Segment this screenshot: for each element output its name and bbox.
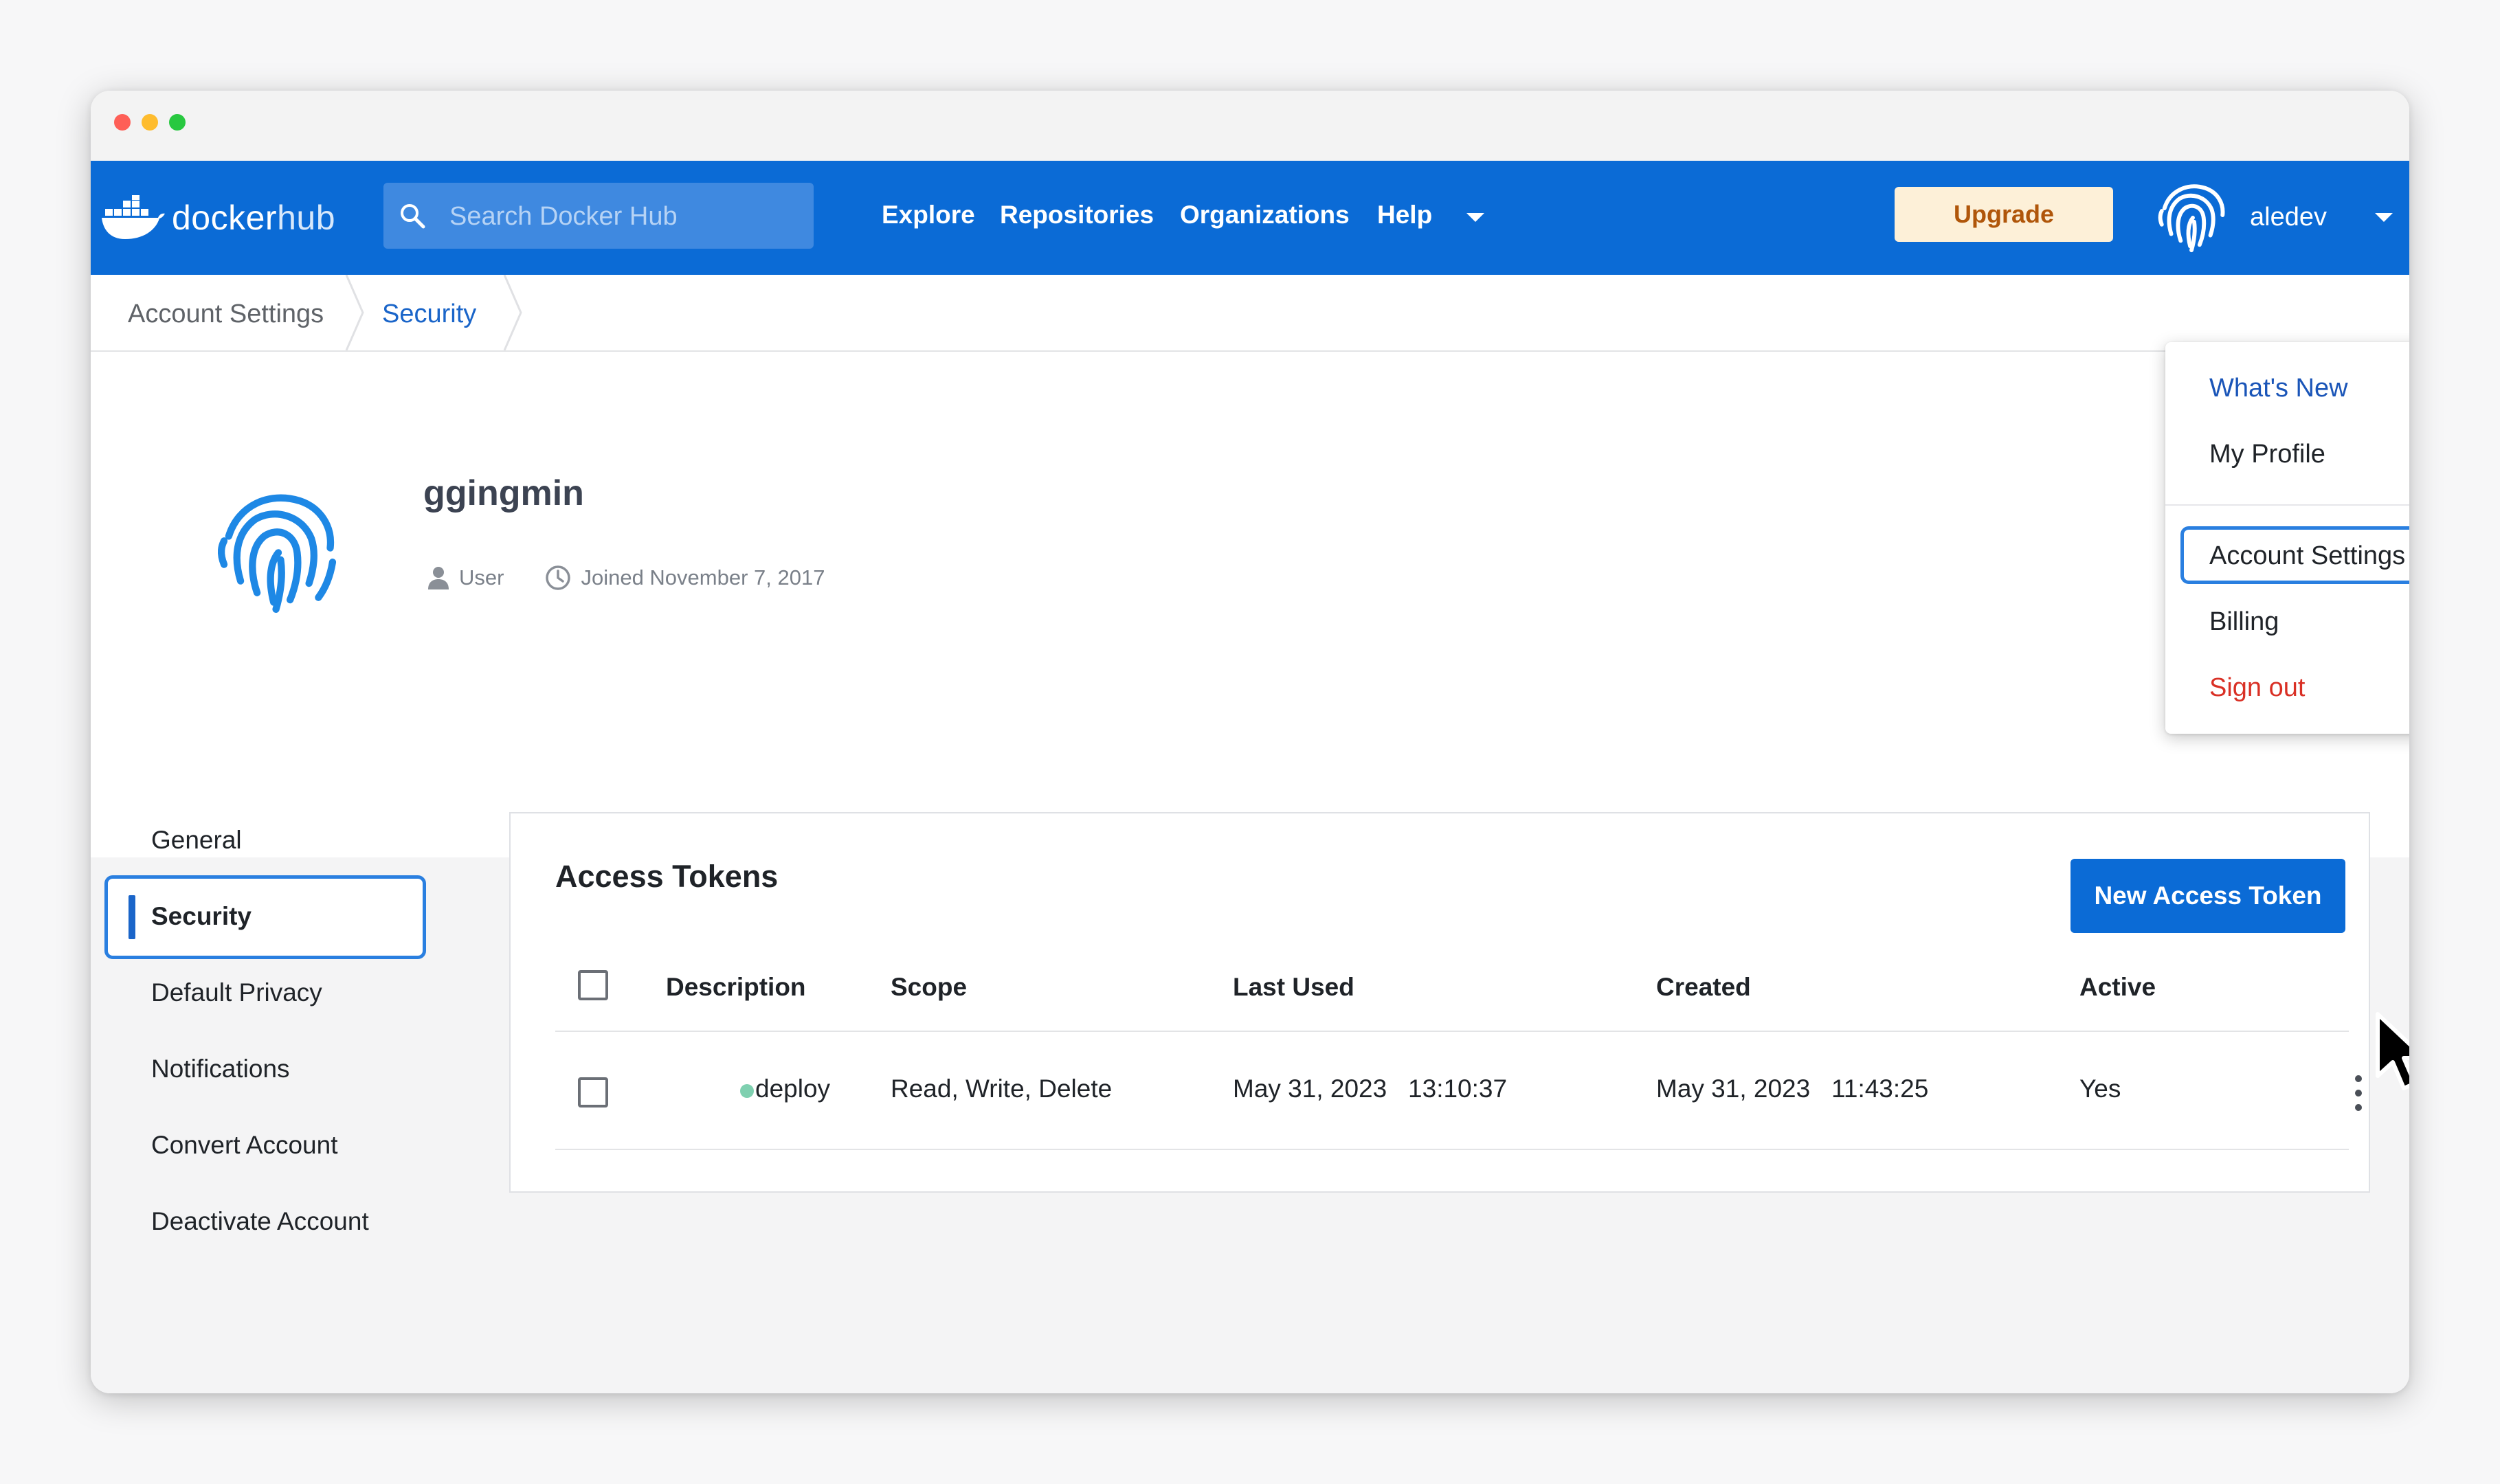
column-header-scope[interactable]: Scope	[891, 973, 967, 1002]
token-last-used: May 31, 2023 13:10:37	[1233, 1075, 1508, 1103]
sidebar-item-convert-account[interactable]: Convert Account	[151, 1131, 337, 1160]
row-checkbox[interactable]	[578, 1077, 608, 1108]
more-options-icon[interactable]	[2348, 1073, 2369, 1113]
column-header-last-used[interactable]: Last Used	[1233, 973, 1354, 1002]
access-tokens-title: Access Tokens	[555, 859, 779, 894]
minimize-window-button[interactable]	[142, 114, 158, 131]
breadcrumb-security[interactable]: Security	[382, 300, 476, 329]
search-box[interactable]	[383, 183, 814, 250]
token-description: deploy	[755, 1075, 831, 1103]
search-input[interactable]	[448, 183, 801, 250]
username[interactable]: aledev	[2250, 203, 2327, 232]
profile-joined-label: Joined November 7, 2017	[581, 565, 825, 589]
menu-item-my-profile[interactable]: My Profile	[2209, 440, 2325, 469]
menu-item-sign-out[interactable]: Sign out	[2209, 673, 2305, 703]
window-titlebar	[91, 91, 2409, 161]
menu-divider	[2165, 504, 2409, 506]
column-header-active[interactable]: Active	[2079, 973, 2156, 1002]
upgrade-button[interactable]: Upgrade	[1895, 187, 2113, 242]
profile-header: ggingmin User Joined November 7, 2017	[91, 352, 2409, 857]
new-access-token-button[interactable]: New Access Token	[2071, 859, 2345, 933]
help-chevron-down-icon[interactable]	[1466, 213, 1484, 222]
token-created: May 31, 2023 11:43:25	[1656, 1075, 1929, 1103]
dockerhub-logo[interactable]: dockerhub	[100, 195, 335, 240]
clock-icon	[546, 565, 571, 590]
header-divider	[555, 1031, 2349, 1032]
mouse-pointer-icon	[2376, 1012, 2409, 1090]
select-all-checkbox[interactable]	[578, 970, 608, 1000]
nav-repositories[interactable]: Repositories	[1000, 201, 1154, 229]
profile-joined: Joined November 7, 2017	[545, 565, 825, 591]
logo-product: hub	[277, 199, 336, 237]
breadcrumb-separator-icon	[345, 275, 364, 350]
sidebar-item-label: Security	[151, 902, 252, 930]
top-navbar: dockerhub Explore Repositories Organizat…	[91, 161, 2409, 275]
sidebar-item-default-privacy[interactable]: Default Privacy	[151, 978, 322, 1007]
token-active: Yes	[2079, 1075, 2121, 1103]
close-window-button[interactable]	[114, 114, 131, 131]
token-scope: Read, Write, Delete	[891, 1075, 1113, 1103]
nav-organizations[interactable]: Organizations	[1180, 201, 1350, 229]
active-indicator	[129, 895, 135, 939]
fingerprint-icon	[217, 494, 337, 613]
nav-explore[interactable]: Explore	[882, 201, 975, 229]
sidebar-item-notifications[interactable]: Notifications	[151, 1055, 290, 1083]
row-divider	[555, 1149, 2349, 1150]
profile-role: User	[427, 565, 504, 590]
profile-name: ggingmin	[423, 473, 584, 513]
user-icon	[428, 567, 449, 589]
breadcrumb-separator-icon	[503, 275, 522, 350]
profile-meta: User Joined November 7, 2017	[427, 565, 866, 591]
user-dropdown-menu: What's New My Profile Account Settings B…	[2165, 342, 2409, 734]
user-menu-chevron-down-icon[interactable]	[2375, 213, 2393, 222]
logo-brand: docker	[172, 199, 278, 237]
breadcrumb-account-settings[interactable]: Account Settings	[128, 300, 324, 329]
menu-item-account-settings[interactable]: Account Settings	[2209, 541, 2405, 571]
nav-help[interactable]: Help	[1377, 201, 1432, 229]
access-tokens-panel: Access Tokens New Access Token Descripti…	[509, 812, 2370, 1193]
token-status-dot	[740, 1084, 754, 1098]
breadcrumb: Account Settings Security	[91, 275, 2409, 352]
docker-whale-icon	[102, 195, 165, 239]
sidebar-item-deactivate-account[interactable]: Deactivate Account	[151, 1207, 369, 1236]
menu-item-whats-new[interactable]: What's New	[2209, 374, 2348, 403]
sidebar-item-general[interactable]: General	[151, 826, 242, 855]
profile-role-label: User	[459, 565, 504, 589]
zoom-window-button[interactable]	[169, 114, 186, 131]
logo-text: dockerhub	[172, 198, 335, 238]
sidebar-item-security[interactable]: Security	[104, 875, 426, 959]
column-header-description[interactable]: Description	[666, 973, 806, 1002]
avatar[interactable]	[2152, 176, 2233, 257]
search-icon	[401, 204, 425, 229]
browser-window: dockerhub Explore Repositories Organizat…	[91, 91, 2409, 1393]
menu-item-billing[interactable]: Billing	[2209, 607, 2279, 637]
column-header-created[interactable]: Created	[1656, 973, 1751, 1002]
